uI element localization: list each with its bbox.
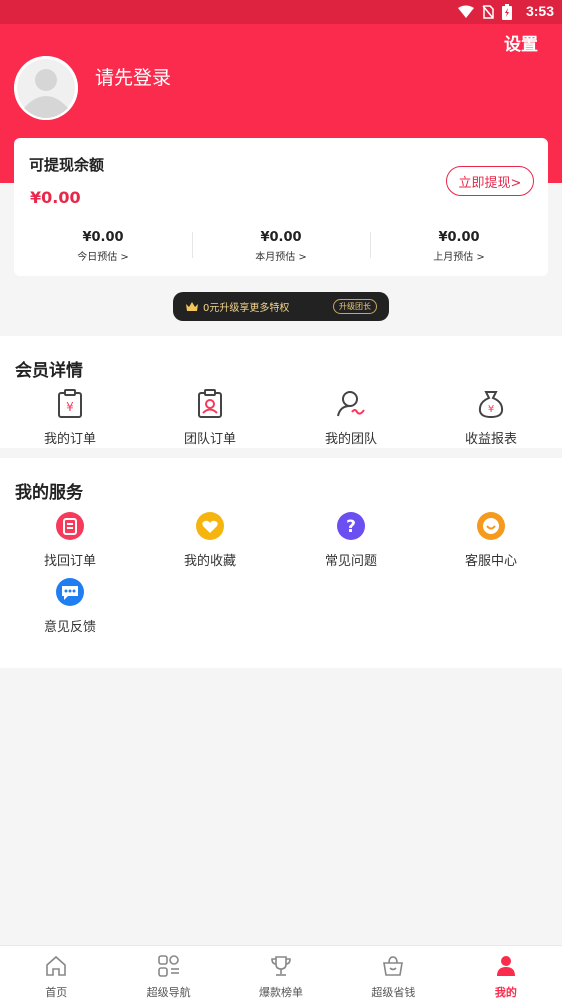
- service-item-label: 意见反馈: [43, 620, 96, 635]
- service-item-label: 找回订单: [43, 554, 96, 569]
- chat-icon: [56, 578, 84, 606]
- grid-icon: [157, 955, 179, 977]
- basket-icon: [383, 956, 404, 976]
- no-sim-icon: [482, 5, 494, 19]
- member-item-my-orders[interactable]: ¥ 我的订单: [0, 388, 140, 447]
- service-item-retrieve-order[interactable]: 找回订单: [0, 510, 140, 569]
- customer-service-icon: [477, 512, 505, 540]
- team-order-icon: [198, 389, 222, 418]
- member-item-label: 我的订单: [43, 432, 96, 447]
- retrieve-order-icon: [56, 512, 84, 540]
- tab-super-savings[interactable]: 超级省钱: [337, 946, 449, 999]
- user-icon: [496, 956, 515, 976]
- order-icon: ¥: [58, 389, 82, 418]
- crown-icon: [186, 302, 198, 311]
- service-item-feedback[interactable]: 意见反馈: [0, 576, 140, 635]
- service-item-label: 我的收藏: [183, 554, 236, 569]
- estimate-label: 本月预估 >: [255, 252, 307, 263]
- member-section: 会员详情 ¥ 我的订单 团队订单 我的团队 ¥ 收益报表: [0, 336, 562, 448]
- upgrade-banner[interactable]: 0元升级享更多特权 升级团长: [173, 292, 389, 321]
- estimate-label: 今日预估 >: [77, 252, 129, 263]
- tab-hot-list[interactable]: 爆款榜单: [225, 946, 337, 999]
- tab-label: 首页: [45, 986, 68, 999]
- bottom-tab-bar: 首页 超级导航 爆款榜单 超级省钱 我的: [0, 945, 562, 999]
- estimate-today[interactable]: ¥0.00 今日预估 >: [14, 230, 192, 266]
- status-bar: 3:53: [0, 0, 562, 24]
- estimate-last-month[interactable]: ¥0.00 上月预估 >: [370, 230, 548, 266]
- settings-button[interactable]: 设置: [504, 30, 538, 55]
- estimate-value: ¥0.00: [82, 230, 124, 245]
- svg-text:?: ?: [346, 517, 356, 537]
- tab-label: 超级省钱: [371, 986, 416, 999]
- member-item-earnings-report[interactable]: ¥ 收益报表: [421, 388, 561, 447]
- member-item-label: 收益报表: [464, 432, 517, 447]
- tab-label: 我的: [494, 986, 517, 999]
- tab-home[interactable]: 首页: [0, 946, 112, 999]
- default-avatar-icon: [14, 56, 78, 120]
- estimate-value: ¥0.00: [438, 230, 480, 245]
- avatar[interactable]: [14, 56, 78, 120]
- balance-value: ¥0.00: [30, 188, 81, 207]
- service-item-customer-service[interactable]: 客服中心: [421, 510, 561, 569]
- upgrade-pill[interactable]: 升级团长: [333, 299, 377, 314]
- login-prompt[interactable]: 请先登录: [95, 63, 171, 90]
- status-time: 3:53: [525, 3, 554, 19]
- tab-mine[interactable]: 我的: [450, 946, 562, 999]
- member-item-team-orders[interactable]: 团队订单: [140, 388, 280, 447]
- estimates-row: ¥0.00 今日预估 > ¥0.00 本月预估 > ¥0.00 上月预估 >: [14, 230, 548, 266]
- tab-label: 超级导航: [146, 986, 191, 999]
- wifi-icon: [458, 5, 474, 18]
- balance-card: 可提现余额 ¥0.00 立即提现> ¥0.00 今日预估 > ¥0.00 本月预…: [14, 138, 548, 276]
- service-item-label: 客服中心: [464, 554, 517, 569]
- services-section: 我的服务 找回订单 我的收藏 ? 常见问题 客服中心 意见反馈: [0, 458, 562, 668]
- upgrade-text: 0元升级享更多特权: [203, 303, 290, 314]
- money-bag-icon: ¥: [478, 391, 504, 419]
- tab-super-nav[interactable]: 超级导航: [112, 946, 224, 999]
- section-title: 会员详情: [15, 361, 83, 381]
- status-icons: [458, 4, 512, 20]
- section-title: 我的服务: [15, 483, 83, 503]
- heart-icon: [196, 512, 224, 540]
- team-icon: [337, 391, 365, 417]
- balance-title: 可提现余额: [29, 156, 105, 174]
- svg-text:¥: ¥: [488, 404, 494, 415]
- tab-label: 爆款榜单: [259, 986, 304, 999]
- estimate-this-month[interactable]: ¥0.00 本月预估 >: [192, 230, 370, 266]
- withdraw-button[interactable]: 立即提现>: [446, 166, 534, 196]
- service-item-faq[interactable]: ? 常见问题: [281, 510, 421, 569]
- estimate-label: 上月预估 >: [433, 252, 485, 263]
- question-icon: ?: [337, 512, 365, 540]
- home-icon: [46, 955, 67, 976]
- member-item-label: 团队订单: [183, 432, 236, 447]
- trophy-icon: [271, 956, 291, 976]
- member-item-my-team[interactable]: 我的团队: [281, 388, 421, 447]
- service-item-favorites[interactable]: 我的收藏: [140, 510, 280, 569]
- estimate-value: ¥0.00: [260, 230, 302, 245]
- member-item-label: 我的团队: [324, 432, 377, 447]
- service-item-label: 常见问题: [324, 554, 377, 569]
- svg-text:¥: ¥: [66, 400, 74, 414]
- battery-icon: [502, 4, 512, 20]
